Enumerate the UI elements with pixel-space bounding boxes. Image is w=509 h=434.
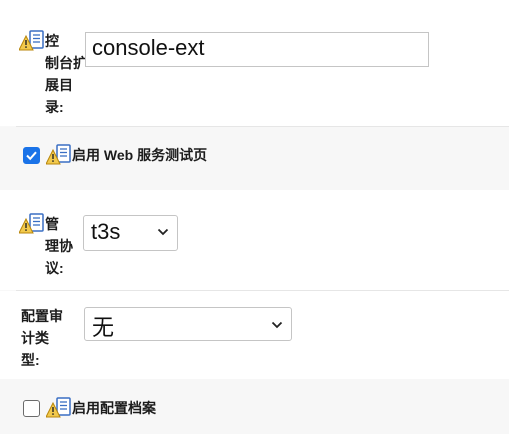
admin-protocol-value: t3s: [91, 219, 121, 244]
warning-document-icon: [46, 144, 72, 166]
chevron-down-icon: [157, 228, 169, 236]
console-ext-dir-label: 控 制台扩 展目 录:: [19, 30, 91, 118]
warning-document-icon: [19, 30, 45, 52]
row-config-audit-type: 配置审 计类 型: 无: [0, 291, 509, 379]
warning-document-icon: [19, 213, 45, 235]
web-service-test-page-label: 启用 Web 服务测试页: [46, 144, 207, 166]
console-ext-dir-value: console-ext: [92, 35, 205, 60]
console-ext-dir-input[interactable]: console-ext: [85, 32, 429, 67]
config-audit-type-label: 配置审 计类 型:: [21, 305, 73, 371]
admin-protocol-select[interactable]: t3s: [83, 215, 178, 251]
row-web-service-test-page: 启用 Web 服务测试页: [0, 127, 509, 190]
checkmark-icon: [26, 151, 37, 161]
row-admin-protocol: 管 理协 议: t3s: [0, 190, 509, 290]
warning-document-icon: [46, 397, 72, 419]
web-service-test-page-checkbox[interactable]: [23, 147, 40, 164]
row-config-archive: 启用配置档案: [0, 379, 509, 434]
config-archive-checkbox[interactable]: [23, 400, 40, 417]
chevron-down-icon: [271, 321, 283, 329]
config-audit-type-value: 无: [92, 315, 115, 340]
config-archive-text: 启用配置档案: [72, 400, 156, 416]
web-service-test-page-text: 启用 Web 服务测试页: [72, 147, 208, 163]
config-archive-label: 启用配置档案: [46, 397, 156, 419]
config-audit-type-select[interactable]: 无: [84, 307, 292, 341]
admin-protocol-label: 管 理协 议:: [19, 213, 91, 279]
config-audit-type-label-text: 配置审 计类 型:: [21, 308, 63, 368]
row-console-ext-dir: 控 制台扩 展目 录: console-ext: [0, 0, 509, 126]
